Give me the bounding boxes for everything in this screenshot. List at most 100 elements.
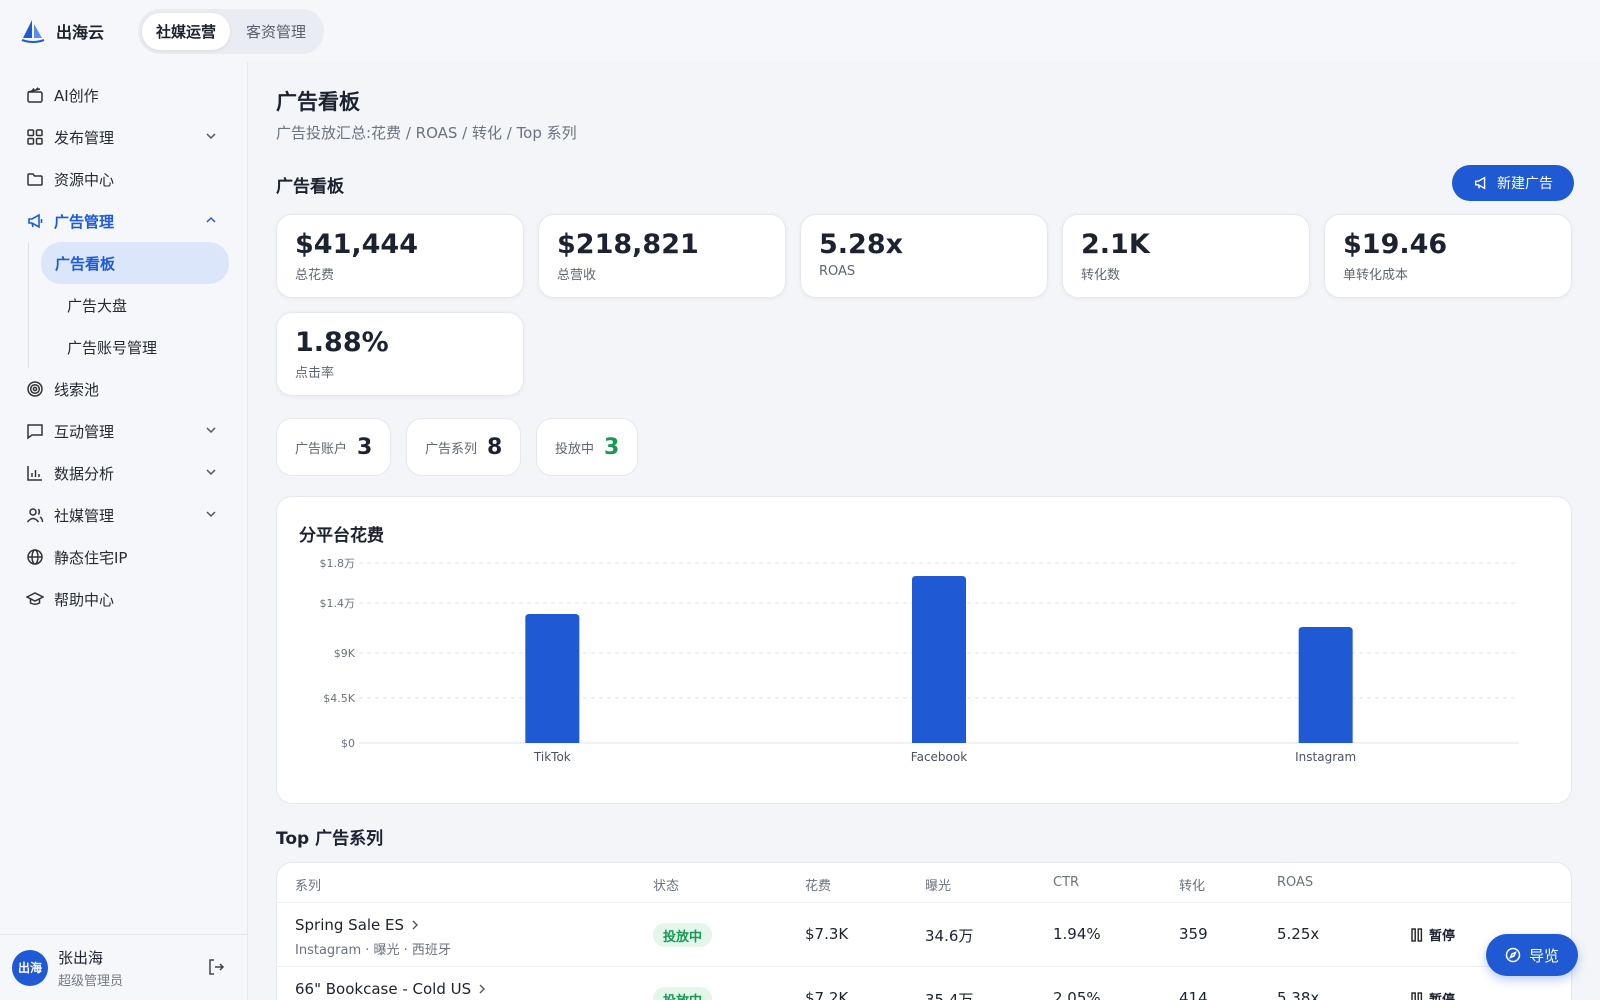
y-tick-label: $1.8万 xyxy=(320,557,356,570)
sidebar-subitem-ad-dashboard[interactable]: 广告看板 xyxy=(41,242,229,284)
chat-bubble-icon xyxy=(26,422,44,440)
spend-value: $7.2K xyxy=(805,989,849,1000)
column-header: 状态 xyxy=(653,879,680,894)
bar-chart-icon xyxy=(26,464,44,482)
campaign-name[interactable]: Spring Sale ES xyxy=(295,916,420,934)
top-bar: 出海云 社媒运营 客资管理 xyxy=(0,0,1600,62)
pill-value: 8 xyxy=(487,434,503,460)
status-badge: 投放中 xyxy=(653,987,713,1000)
chevron-down-icon xyxy=(206,469,216,476)
top-campaigns-table: 系列 状态 花费 曝光 CTR 转化 ROAS Spring Sale ES I… xyxy=(276,862,1572,1000)
table-row[interactable]: 66" Bookcase - Cold US 投放中 $7.2K 35.4万 2… xyxy=(277,967,1571,1000)
pause-icon xyxy=(1411,991,1423,1000)
chevron-down-icon xyxy=(206,511,216,518)
table-row[interactable]: Spring Sale ES Instagram · 曝光 · 西班牙 投放中 … xyxy=(277,903,1571,967)
kpi-ctr: 1.88% 点击率 xyxy=(276,312,524,396)
kpi-value: 5.28x xyxy=(819,229,904,260)
chevron-down-icon xyxy=(206,133,216,140)
pill-label: 广告账户 xyxy=(295,441,348,457)
campaign-meta: Instagram · 曝光 · 西班牙 xyxy=(295,943,451,958)
pause-button[interactable]: 暂停 xyxy=(1411,925,1455,944)
roas-value: 5.25x xyxy=(1277,925,1320,943)
stat-pill-campaigns: 广告系列 8 xyxy=(406,418,522,476)
avatar[interactable]: 出海 xyxy=(12,949,48,986)
sidebar-item-label: AI创作 xyxy=(54,86,99,105)
user-name: 张出海 xyxy=(58,948,104,967)
page-title: 广告看板 xyxy=(276,90,360,114)
kpi-label: ROAS xyxy=(819,264,856,279)
user-role: 超级管理员 xyxy=(58,973,124,989)
megaphone-icon xyxy=(1474,176,1486,190)
kpi-total-spend: $41,444 总花费 xyxy=(276,214,524,298)
users-icon xyxy=(26,506,44,524)
sidebar-item-social[interactable]: 社媒管理 xyxy=(0,494,247,536)
new-ad-button[interactable]: 新建广告 xyxy=(1452,165,1574,201)
conversions-value: 359 xyxy=(1179,925,1208,943)
user-profile: 出海 张出海 超级管理员 xyxy=(0,934,247,1000)
conversions-value: 414 xyxy=(1179,989,1208,1000)
sidebar-item-help[interactable]: 帮助中心 xyxy=(0,578,247,620)
globe-icon xyxy=(26,548,44,566)
page-subtitle: 广告投放汇总:花费 / ROAS / 转化 / Top 系列 xyxy=(276,124,577,142)
campaign-name[interactable]: 66" Bookcase - Cold US xyxy=(295,980,487,998)
kpi-roas: 5.28x ROAS xyxy=(800,214,1048,298)
x-tick-label: TikTok xyxy=(533,750,571,764)
column-header: CTR xyxy=(1053,875,1080,890)
sidebar-item-resources[interactable]: 资源中心 xyxy=(0,158,247,200)
pill-label: 投放中 xyxy=(555,441,595,457)
chevron-right-icon xyxy=(479,984,486,994)
ads-subnav: 广告看板 广告大盘 广告账号管理 xyxy=(28,242,247,368)
pause-button[interactable]: 暂停 xyxy=(1411,989,1455,1000)
chevron-down-icon xyxy=(206,427,216,434)
sidebar-item-label: 线索池 xyxy=(54,380,100,399)
roas-value: 5.38x xyxy=(1277,989,1320,1000)
kpi-value: 1.88% xyxy=(295,327,389,358)
y-tick-label: $4.5K xyxy=(323,692,355,705)
target-icon xyxy=(26,380,44,398)
kpi-value: 2.1K xyxy=(1081,229,1150,260)
sidebar-item-ads[interactable]: 广告管理 xyxy=(0,200,247,242)
sidebar-item-interaction[interactable]: 互动管理 xyxy=(0,410,247,452)
top-nav: 社媒运营 客资管理 xyxy=(138,8,325,54)
y-tick-label: $0 xyxy=(341,737,355,750)
sidebar-subitem-ad-accounts[interactable]: 广告账号管理 xyxy=(41,326,229,368)
graduation-cap-icon xyxy=(26,590,44,608)
chevron-up-icon xyxy=(206,216,216,223)
sidebar-item-leads[interactable]: 线索池 xyxy=(0,368,247,410)
sidebar-item-static-ip[interactable]: 静态住宅IP xyxy=(0,536,247,578)
sidebar-item-label: 广告管理 xyxy=(54,212,115,231)
tab-social-ops[interactable]: 社媒运营 xyxy=(142,12,231,50)
x-tick-label: Facebook xyxy=(911,750,967,764)
logout-icon[interactable] xyxy=(207,958,225,976)
compass-icon xyxy=(1505,947,1521,963)
clapperboard-icon xyxy=(26,86,44,104)
kpi-label: 单转化成本 xyxy=(1343,268,1409,283)
sidebar-item-label: 数据分析 xyxy=(54,464,115,483)
megaphone-icon xyxy=(26,212,44,230)
brand[interactable]: 出海云 xyxy=(20,18,138,44)
impressions-value: 35.4万 xyxy=(925,991,974,1000)
platform-spend-chart: 分平台花费 $0 $4.5K $9K $1.4万 $1.8万 TikTok Facebook… xyxy=(276,496,1572,804)
impressions-value: 34.6万 xyxy=(925,927,974,945)
sidebar-item-label: 资源中心 xyxy=(54,170,115,189)
bar-facebook[interactable] xyxy=(912,576,966,743)
sidebar-item-analytics[interactable]: 数据分析 xyxy=(0,452,247,494)
bar-instagram[interactable] xyxy=(1298,627,1353,743)
sidebar-item-label: 互动管理 xyxy=(54,422,115,441)
y-tick-label: $1.4万 xyxy=(320,597,356,610)
grid-icon xyxy=(26,128,44,146)
kpi-value: $218,821 xyxy=(557,229,699,260)
sidebar-item-ai-create[interactable]: AI创作 xyxy=(0,74,247,116)
section-title: 广告看板 xyxy=(276,177,344,197)
sidebar-subitem-ad-overview[interactable]: 广告大盘 xyxy=(41,284,229,326)
column-header: 花费 xyxy=(805,879,832,894)
status-badge: 投放中 xyxy=(653,923,713,947)
sidebar-item-label: 发布管理 xyxy=(54,128,115,147)
bar-tiktok[interactable] xyxy=(525,614,580,743)
kpi-total-revenue: $218,821 总营收 xyxy=(538,214,786,298)
guide-button[interactable]: 导览 xyxy=(1486,934,1578,976)
pill-value: 3 xyxy=(604,434,620,460)
table-header: 系列 状态 花费 曝光 CTR 转化 ROAS xyxy=(277,863,1571,903)
sidebar-item-publish[interactable]: 发布管理 xyxy=(0,116,247,158)
tab-leads-management[interactable]: 客资管理 xyxy=(232,13,320,50)
